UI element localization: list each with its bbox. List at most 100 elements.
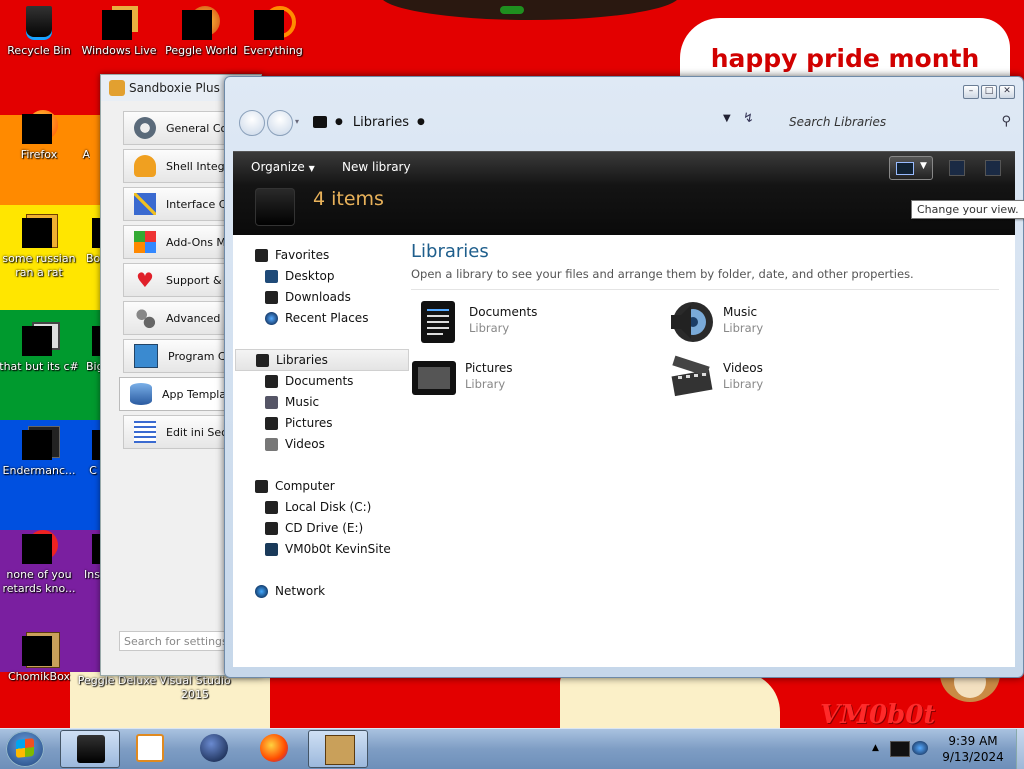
desktop-icon-label: A (82, 148, 90, 161)
nav-desktop[interactable]: Desktop (265, 266, 335, 286)
desktop-icon-that-but-its-csharp[interactable]: that but its c# (0, 322, 82, 374)
app-icon (86, 426, 100, 460)
nav-vm-kevinsite[interactable]: VM0b0t KevinSite (265, 539, 391, 559)
pictures-library-icon (412, 361, 456, 395)
library-name: Videos (723, 361, 763, 375)
taskbar-globe-app[interactable] (184, 730, 242, 766)
desktop-icon-label: none of you retards kno... (2, 568, 76, 595)
desktop-icon-partial-ins[interactable]: Ins (84, 530, 100, 582)
tray-expand-icon[interactable]: ▲ (872, 743, 879, 753)
search-libraries-input[interactable]: Search Libraries ⚲ (779, 111, 1015, 133)
desktop-icon-recycle-bin[interactable]: Recycle Bin (0, 6, 82, 58)
nav-documents[interactable]: Documents (265, 371, 353, 391)
organize-button[interactable]: Organize ▼ (251, 160, 315, 174)
caption-buttons: – □ ✕ (963, 85, 1015, 99)
recent-pages-dropdown-icon[interactable]: ▾ (295, 117, 299, 126)
nav-pictures[interactable]: Pictures (265, 413, 333, 433)
breadcrumb[interactable]: ● Libraries ● (313, 111, 435, 133)
nav-music[interactable]: Music (265, 392, 319, 412)
back-button[interactable] (239, 110, 265, 136)
breadcrumb-libraries[interactable]: Libraries (353, 115, 409, 130)
breadcrumb-sep-icon: ● (417, 117, 425, 127)
nav-downloads[interactable]: Downloads (265, 287, 351, 307)
library-documents[interactable]: Documents Library (415, 299, 655, 349)
forward-button[interactable] (267, 110, 293, 136)
maximize-button[interactable]: □ (981, 85, 997, 99)
desktop-icon (265, 269, 278, 283)
items-count: 4 items (313, 188, 384, 210)
preview-pane-icon[interactable] (949, 160, 965, 176)
clock[interactable]: 9:39 AM 9/13/2024 (938, 733, 1008, 765)
taskbar: ▲ 9:39 AM 9/13/2024 (0, 728, 1024, 769)
start-button[interactable] (6, 731, 44, 767)
sandboxie-nav-label: App Templa (162, 387, 227, 401)
nav-label: Favorites (275, 248, 330, 262)
chevron-down-icon: ▼ (308, 164, 315, 173)
database-icon (130, 383, 152, 405)
desktop-icon-none-of-you[interactable]: none of you retards kno... (0, 530, 82, 596)
nav-favorites[interactable]: Favorites (255, 245, 329, 265)
refresh-icon[interactable]: ↯ (743, 111, 754, 126)
new-library-button[interactable]: New library (342, 160, 411, 174)
desktop-icon-partial-a[interactable]: A (50, 110, 90, 162)
desktop-icon-chomikbox[interactable]: ChomikBox (0, 632, 82, 684)
taskbar-media-player[interactable] (120, 730, 178, 766)
desktop-icon-label: C (89, 464, 97, 477)
nav-cd-drive[interactable]: CD Drive (E:) (265, 518, 363, 538)
nav-computer[interactable]: Computer (255, 476, 335, 496)
explorer-window[interactable]: – □ ✕ ▾ ● Libraries ● ▼ ↯ Search Librari… (224, 76, 1024, 678)
show-desktop-button[interactable] (1016, 729, 1024, 769)
desktop-icon-label: Bo (86, 252, 100, 265)
app-icon (53, 110, 87, 144)
nav-videos[interactable]: Videos (265, 434, 325, 454)
desktop-icon-some-russian[interactable]: some russian ran a rat (0, 214, 82, 280)
desktop-icon-label: Recycle Bin (7, 44, 71, 57)
nav-recent-places[interactable]: Recent Places (265, 308, 368, 328)
address-bar-row: ▾ ● Libraries ● ▼ ↯ Search Libraries ⚲ (235, 107, 1015, 139)
change-view-button[interactable]: ▼ (889, 156, 933, 180)
cd-drive-icon (265, 521, 278, 535)
desktop-icon-partial-bo[interactable]: Bo (86, 214, 100, 266)
documents-library-icon (421, 301, 455, 343)
music-icon (265, 395, 278, 409)
library-name: Documents (469, 305, 538, 319)
desktop-icon-label: Peggle Deluxe (77, 674, 157, 687)
page-description: Open a library to see your files and arr… (411, 267, 914, 281)
taskbar-chomikbox[interactable] (308, 730, 368, 768)
library-music[interactable]: Music Library (669, 299, 909, 349)
desktop-icon-endermanch[interactable]: Endermanc... (0, 426, 82, 478)
library-videos[interactable]: Videos Library (669, 355, 909, 405)
taskbar-firefox[interactable] (244, 730, 302, 766)
chevron-down-icon[interactable]: ▼ (920, 161, 927, 171)
explorer-icon (77, 735, 105, 763)
close-button[interactable]: ✕ (999, 85, 1015, 99)
libraries-icon (256, 353, 269, 367)
vm0b0t-watermark: VM0b0t (820, 700, 936, 728)
search-icon[interactable]: ⚲ (1001, 114, 1011, 129)
nav-libraries[interactable]: Libraries (235, 349, 409, 371)
desktop-icon-everything[interactable]: Everything (230, 6, 316, 58)
taskbar-explorer[interactable] (60, 730, 120, 768)
nav-local-disk[interactable]: Local Disk (C:) (265, 497, 371, 517)
desktop-icon-windows-live[interactable]: Windows Live (76, 6, 162, 58)
search-placeholder: Search Libraries (789, 115, 887, 129)
desktop-icon-partial-c[interactable]: C (86, 426, 100, 478)
explorer-content: Favorites Desktop Downloads Recent Place… (233, 235, 1015, 667)
network-status-icon[interactable] (912, 741, 928, 755)
minimize-button[interactable]: – (963, 85, 979, 99)
library-pictures[interactable]: Pictures Library (411, 355, 651, 405)
windows-live-icon (102, 6, 138, 40)
tray-app-icon[interactable] (890, 741, 910, 757)
nav-network[interactable]: Network (255, 581, 325, 601)
nav-label: Documents (285, 374, 354, 388)
address-dropdown-icon[interactable]: ▼ (723, 113, 731, 124)
help-icon[interactable] (985, 160, 1001, 176)
nav-label: Local Disk (C:) (285, 500, 372, 514)
green-leds (500, 6, 524, 14)
desktop-icon-visual-studio[interactable]: Visual Studio 2015 (152, 674, 238, 702)
desktop-icon-partial-big[interactable]: Big (86, 322, 100, 374)
desktop-icon-peggle-deluxe[interactable]: Peggle Deluxe (74, 674, 160, 688)
desktop-icon-label: ChomikBox (8, 670, 70, 683)
desktop-icon-label: Visual Studio 2015 (159, 674, 231, 701)
divider (411, 289, 999, 290)
